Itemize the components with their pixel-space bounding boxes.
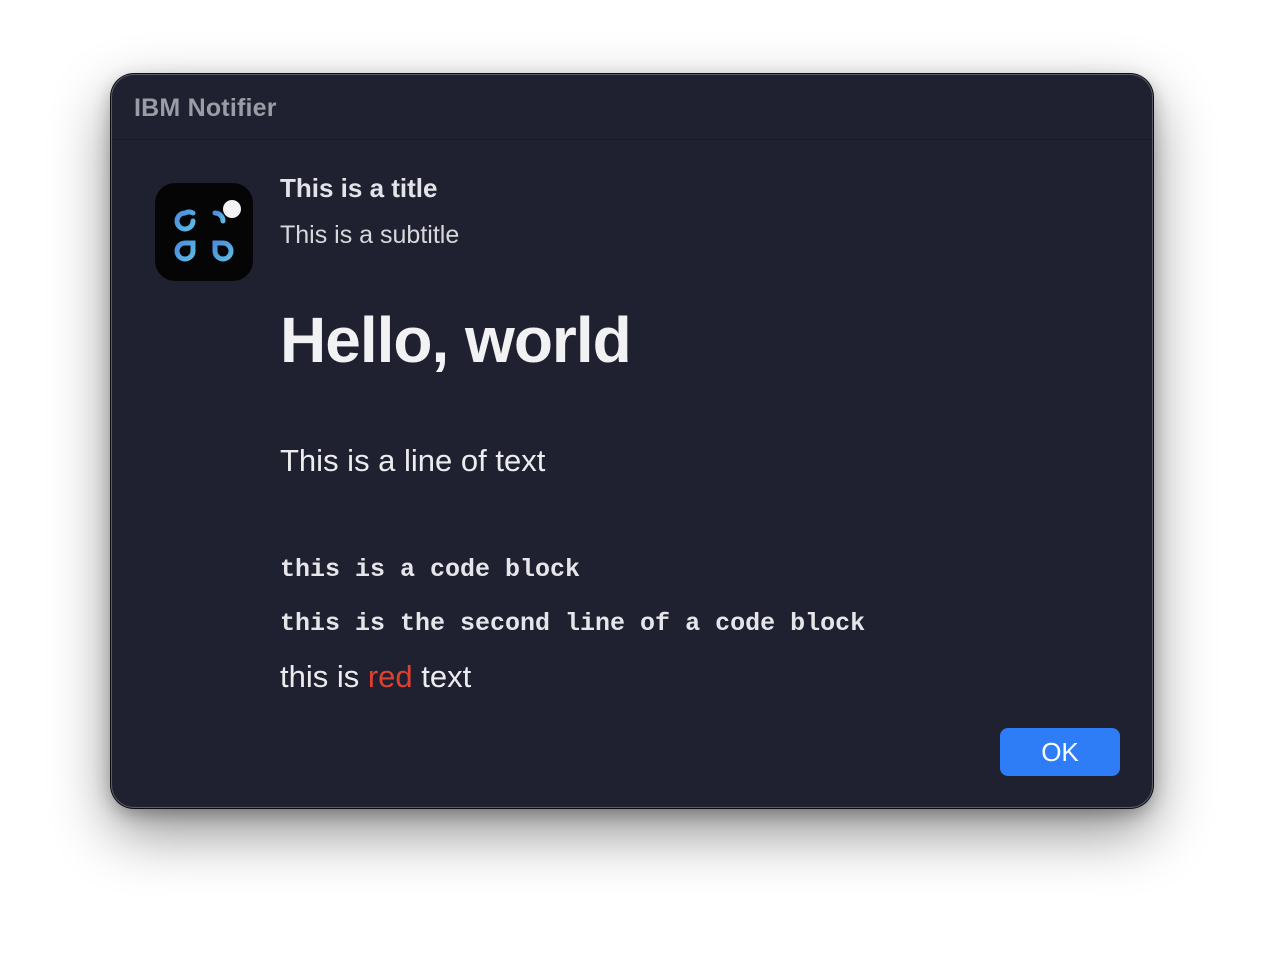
- notification-title: This is a title: [280, 173, 438, 203]
- colored-text-before: this is: [280, 659, 368, 694]
- code-block: this is a code block this is the second …: [280, 555, 865, 663]
- code-line: this is the second line of a code block: [280, 609, 866, 638]
- notification-heading: Hello, world: [280, 304, 632, 376]
- notification-text-line: This is a line of text: [280, 443, 546, 478]
- titlebar[interactable]: IBM Notifier: [112, 75, 1152, 140]
- notification-subtitle: This is a subtitle: [280, 221, 460, 249]
- colored-text-line: this is red text: [280, 659, 471, 695]
- code-line: this is a code block: [280, 555, 581, 584]
- command-key-icon: [155, 183, 253, 281]
- ok-button[interactable]: OK: [1000, 728, 1120, 776]
- notifier-window: IBM Notifier This is a title This is a s…: [112, 75, 1152, 807]
- app-title: IBM Notifier: [134, 94, 277, 122]
- red-highlight-text: red: [367, 659, 413, 694]
- notification-dot-icon: [223, 200, 241, 218]
- colored-text-after: text: [412, 659, 472, 694]
